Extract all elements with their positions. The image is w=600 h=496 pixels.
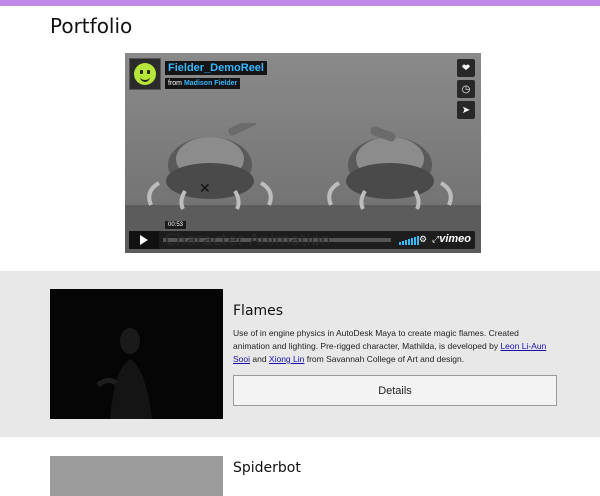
flames-thumbnail-image xyxy=(96,328,152,419)
spiderbot-info: Spiderbot xyxy=(233,460,557,476)
like-button[interactable]: ❤ xyxy=(457,59,475,77)
heart-icon: ❤ xyxy=(461,62,471,74)
clock-icon: ◷ xyxy=(461,83,471,95)
settings-icon[interactable]: ⚙ xyxy=(419,234,427,245)
watch-later-button[interactable]: ◷ xyxy=(457,80,475,98)
spiderbot-thumbnail[interactable] xyxy=(50,456,223,496)
accent-bar xyxy=(0,0,600,6)
video-channel-header: Fielder_DemoReel from Madison Fielder xyxy=(129,58,267,90)
project-description: Use of in engine physics in AutoDesk May… xyxy=(233,328,547,364)
share-button[interactable]: ➤ xyxy=(457,101,475,119)
project-title: Spiderbot xyxy=(233,460,301,476)
video-author-link[interactable]: Madison Fielder xyxy=(184,80,237,87)
volume-control[interactable] xyxy=(399,235,419,245)
fullscreen-icon[interactable]: ⤢ xyxy=(432,234,439,245)
video-controls: Character Animation 00:53 ⚙ ⤢ vimeo xyxy=(129,221,475,249)
project-card-flames: Flames Use of in engine physics in AutoD… xyxy=(0,271,600,437)
page-title: Portfolio xyxy=(50,14,133,38)
send-icon: ➤ xyxy=(461,104,471,116)
video-caption-text: Character Animation xyxy=(165,230,331,249)
robot-right-image xyxy=(327,126,453,210)
details-button[interactable]: Details xyxy=(233,375,557,406)
flames-info: Flames Use of in engine physics in AutoD… xyxy=(233,303,557,406)
video-title-link[interactable]: Fielder_DemoReel xyxy=(165,61,267,75)
credit-link-xiong[interactable]: Xiong Lin xyxy=(269,354,304,364)
project-title: Flames xyxy=(233,303,284,319)
vimeo-logo[interactable]: vimeo xyxy=(439,233,471,245)
video-player[interactable]: ✕ Fielder_DemoReel from Madison Fielder … xyxy=(125,53,481,253)
channel-avatar[interactable] xyxy=(129,58,161,90)
play-button[interactable] xyxy=(129,231,159,249)
time-indicator: 00:53 xyxy=(165,221,187,229)
video-byline: from Madison Fielder xyxy=(165,78,241,89)
smiley-icon xyxy=(134,63,156,85)
robot-left-image: ✕ xyxy=(147,123,273,210)
flames-thumbnail[interactable] xyxy=(50,289,223,419)
svg-text:✕: ✕ xyxy=(199,181,211,197)
